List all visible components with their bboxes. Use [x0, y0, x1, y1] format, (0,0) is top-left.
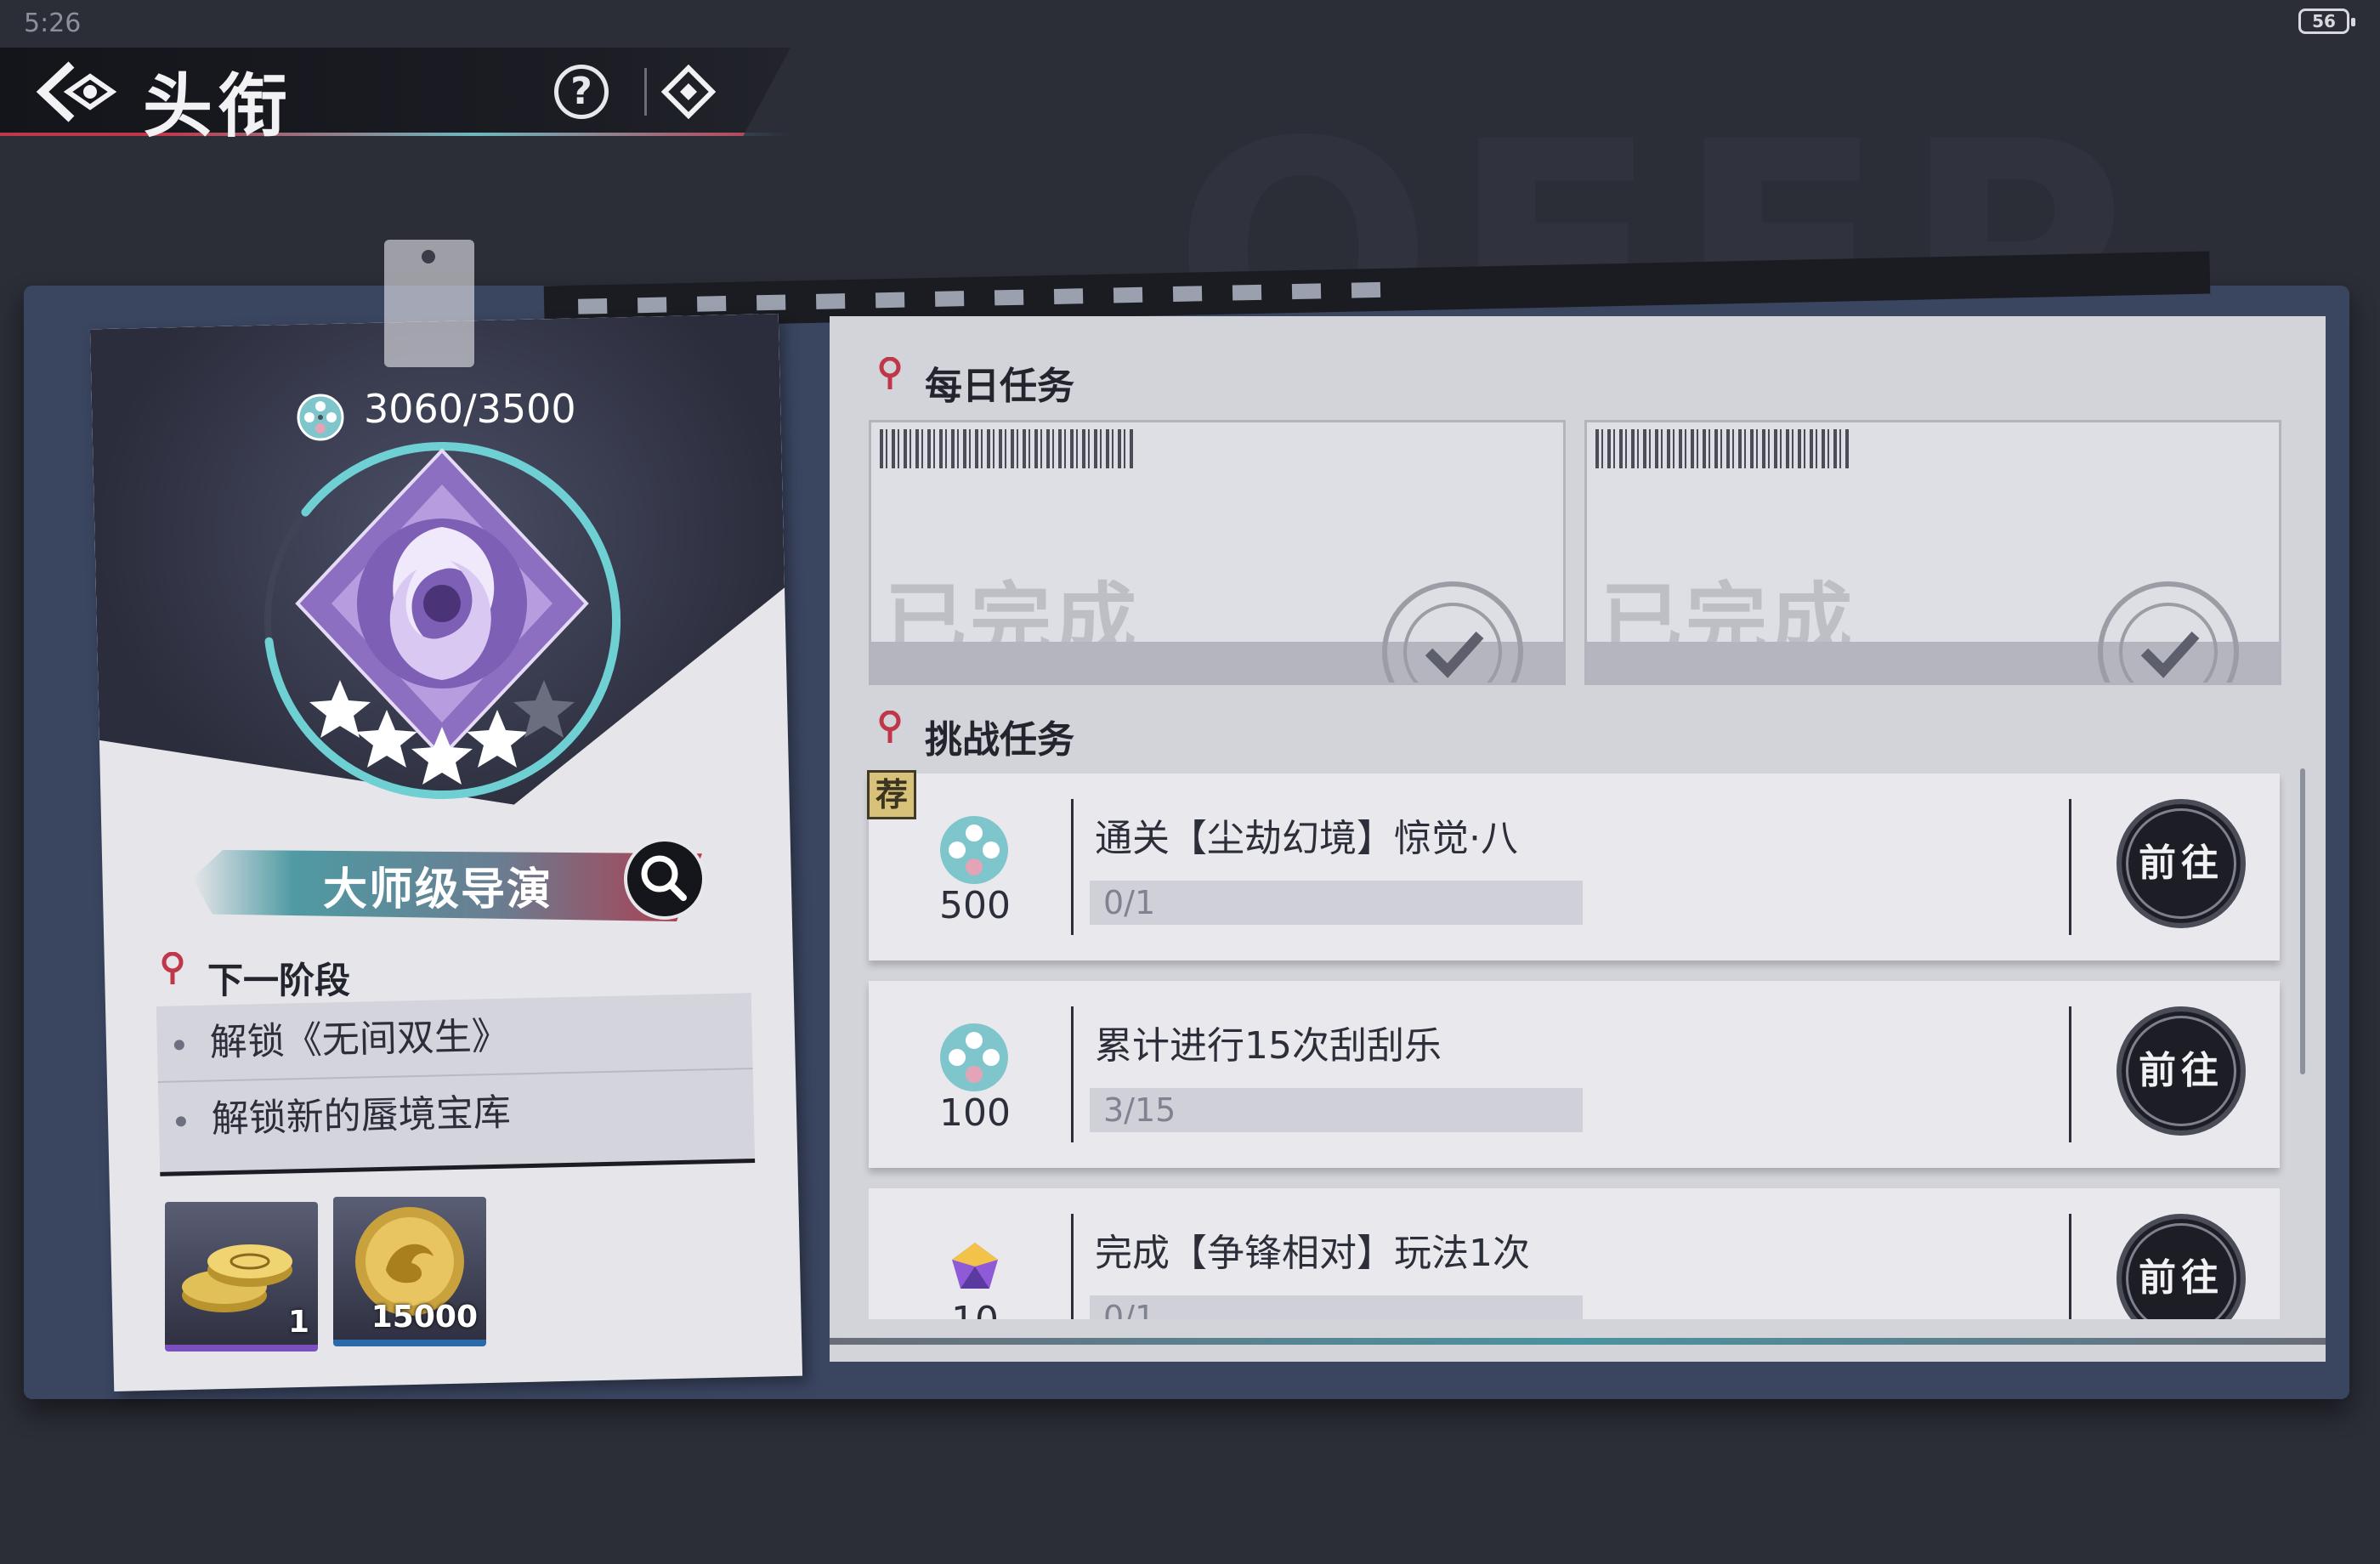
- daily-task-card: 已完成: [1584, 420, 2281, 685]
- daily-tasks-title: 每日任务: [925, 365, 1074, 408]
- daily-task-card: 已完成: [869, 420, 1566, 685]
- task-list-scrollbar[interactable]: [2300, 768, 2305, 1074]
- task-progress-bar: 0/1: [1090, 881, 1583, 925]
- task-clip-area: 10 完成【争锋相对】玩法1次 0/1 前往: [869, 1188, 2280, 1319]
- barcode-decoration: [1595, 429, 1850, 468]
- completed-stamp-icon: [1382, 581, 1523, 683]
- task-divider: [2069, 1006, 2071, 1142]
- battery-icon: 56: [2298, 8, 2355, 34]
- page-title: 头衔: [143, 65, 293, 147]
- challenge-task-card: 10 完成【争锋相对】玩法1次 0/1 前往: [869, 1188, 2280, 1319]
- reward-item[interactable]: 15000: [333, 1197, 486, 1346]
- recommend-badge: 荐: [867, 770, 916, 819]
- paper-clip-decoration: [384, 240, 474, 367]
- diamond-icon: [660, 64, 717, 120]
- task-reward-amount: 10: [903, 1299, 1047, 1319]
- header-underline: [0, 133, 790, 136]
- reward-count: 1: [287, 1305, 309, 1340]
- task-title: 通关【尘劫幻境】惊觉·八: [1095, 817, 1518, 860]
- reward-item[interactable]: 1: [165, 1202, 318, 1352]
- barcode-decoration: [880, 429, 1135, 468]
- next-stage-title: 下一阶段: [207, 960, 351, 1001]
- film-reel-icon: [940, 1023, 1008, 1091]
- task-divider: [1071, 1006, 1074, 1142]
- task-progress: 3/15: [1103, 1091, 1176, 1129]
- location-pin-icon: [879, 357, 901, 389]
- task-divider: [2069, 1214, 2071, 1319]
- task-title: 累计进行15次刮刮乐: [1095, 1024, 1442, 1068]
- challenge-task-card: 500 通关【尘劫幻境】惊觉·八 0/1 前往: [869, 774, 2280, 960]
- status-time: 5:26: [24, 8, 82, 38]
- task-progress: 0/1: [1103, 1299, 1156, 1319]
- task-progress: 0/1: [1103, 884, 1156, 921]
- go-button[interactable]: 前往: [2116, 799, 2246, 928]
- film-reel-icon: [940, 816, 1008, 884]
- panel-bottom-line: [830, 1338, 2326, 1345]
- task-divider: [1071, 1214, 1074, 1319]
- challenge-tasks-title: 挑战任务: [925, 718, 1074, 762]
- rank-details-button[interactable]: [624, 838, 706, 920]
- task-title: 完成【争锋相对】玩法1次: [1095, 1232, 1530, 1275]
- diamond-menu-button[interactable]: [660, 64, 717, 120]
- task-progress-bar: 0/1: [1090, 1295, 1583, 1319]
- reward-count: 15000: [371, 1300, 478, 1334]
- unlock-list: 解锁《无间双生》 解锁新的蜃境宝库: [156, 993, 756, 1176]
- go-button[interactable]: 前往: [2116, 1214, 2246, 1319]
- task-divider: [1071, 799, 1074, 935]
- back-button[interactable]: [34, 58, 119, 126]
- rank-emblem: [264, 442, 620, 799]
- rank-title: 大师级导演: [323, 864, 553, 915]
- location-pin-icon: [162, 952, 184, 984]
- help-button[interactable]: ?: [554, 65, 609, 119]
- gem-icon: [952, 1243, 998, 1289]
- go-button[interactable]: 前往: [2116, 1006, 2246, 1136]
- unlock-item: 解锁新的蜃境宝库: [158, 1069, 755, 1159]
- location-pin-icon: [879, 711, 901, 743]
- task-reward-amount: 500: [939, 884, 1011, 927]
- task-reward-amount: 100: [939, 1091, 1011, 1135]
- magnifier-icon: [641, 855, 687, 901]
- unlock-item: 解锁《无间双生》: [156, 993, 753, 1083]
- completed-stamp-icon: [2098, 581, 2239, 683]
- task-divider: [2069, 799, 2071, 935]
- back-arrow-icon: [36, 61, 117, 122]
- task-progress-bar: 3/15: [1090, 1088, 1583, 1132]
- challenge-task-card: 100 累计进行15次刮刮乐 3/15 前往: [869, 981, 2280, 1168]
- header-divider: [644, 68, 647, 116]
